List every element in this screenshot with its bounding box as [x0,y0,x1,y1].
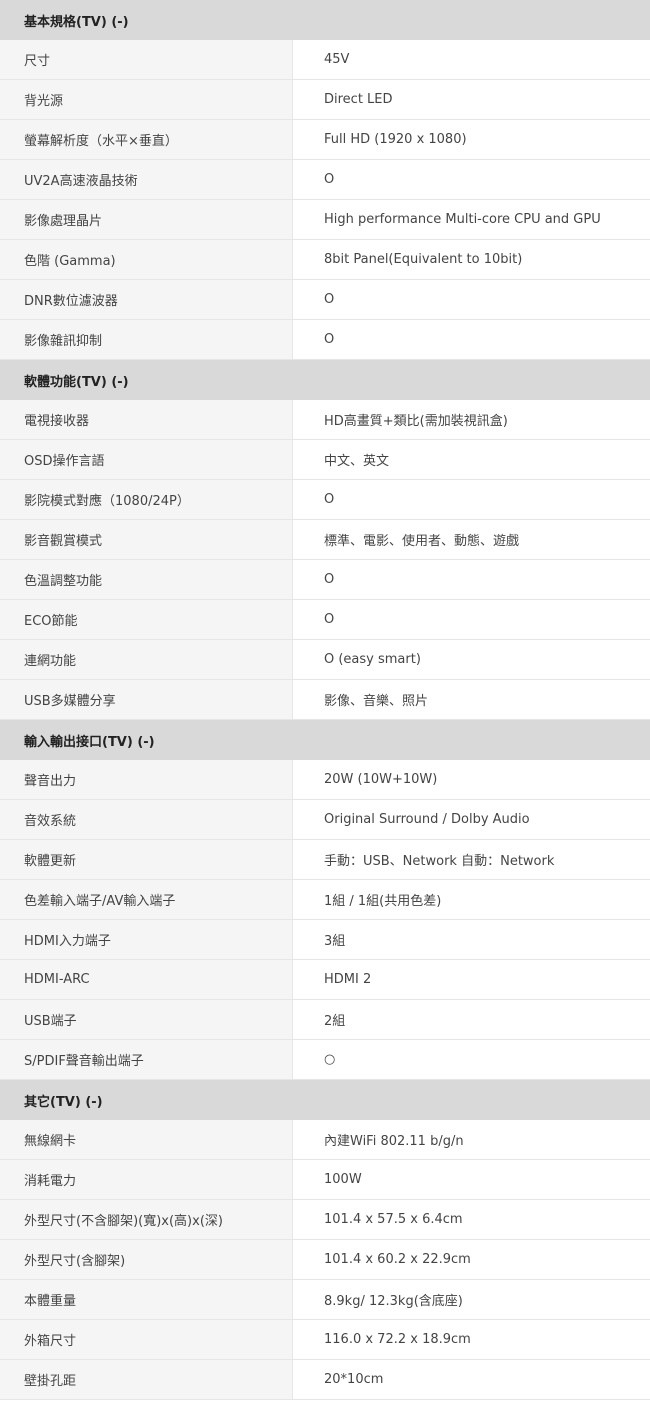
spec-label: DNR數位濾波器 [0,280,293,319]
spec-label: 外型尺寸(不含腳架)(寬)x(高)x(深) [0,1200,293,1239]
spec-value: O [293,560,650,599]
spec-row: ECO節能 O [0,600,650,640]
spec-label: HDMI入力端子 [0,920,293,959]
spec-row: 色差輸入端子/AV輸入端子 1組 / 1組(共用色差) [0,880,650,920]
spec-value: 101.4 x 57.5 x 6.4cm [293,1200,650,1239]
spec-label: 無線網卡 [0,1120,293,1159]
section-header: 基本規格(TV) (-) [0,0,650,40]
spec-row: 外型尺寸(含腳架) 101.4 x 60.2 x 22.9cm [0,1240,650,1280]
spec-value: 內建WiFi 802.11 b/g/n [293,1120,650,1159]
spec-value: 手動：USB、Network 自動：Network [293,840,650,879]
spec-row: 音效系統 Original Surround / Dolby Audio [0,800,650,840]
spec-row: 影像處理晶片 High performance Multi-core CPU an… [0,200,650,240]
section-header: 軟體功能(TV) (-) [0,360,650,400]
spec-row: 聲音出力 20W (10W+10W) [0,760,650,800]
spec-label: 影像雜訊抑制 [0,320,293,359]
spec-row: 螢幕解析度（水平×垂直） Full HD (1920 x 1080) [0,120,650,160]
spec-label: ECO節能 [0,600,293,639]
spec-row: 軟體更新 手動：USB、Network 自動：Network [0,840,650,880]
spec-label: 壁掛孔距 [0,1360,293,1399]
spec-value: ○ [293,1040,650,1079]
spec-value: 20W (10W+10W) [293,760,650,799]
spec-label: USB多媒體分享 [0,680,293,719]
spec-label: 本體重量 [0,1280,293,1319]
spec-row: DNR數位濾波器 O [0,280,650,320]
spec-row: UV2A高速液晶技術 O [0,160,650,200]
spec-label: 尺寸 [0,40,293,79]
spec-row: 影像雜訊抑制 O [0,320,650,360]
spec-label: HDMI-ARC [0,960,293,999]
spec-value: Original Surround / Dolby Audio [293,800,650,839]
spec-value: 2組 [293,1000,650,1039]
spec-value: O (easy smart) [293,640,650,679]
spec-label: 影院模式對應（1080/24P） [0,480,293,519]
spec-row: 影音觀賞模式 標準、電影、使用者、動態、遊戲 [0,520,650,560]
spec-value: 3組 [293,920,650,959]
spec-value: 8bit Panel(Equivalent to 10bit) [293,240,650,279]
spec-value: Full HD (1920 x 1080) [293,120,650,159]
spec-label: 色差輸入端子/AV輸入端子 [0,880,293,919]
spec-label: S/PDIF聲音輸出端子 [0,1040,293,1079]
spec-row: 無線網卡 內建WiFi 802.11 b/g/n [0,1120,650,1160]
spec-label: 音效系統 [0,800,293,839]
spec-label: 軟體更新 [0,840,293,879]
spec-table: 基本規格(TV) (-) 尺寸 45V 背光源 Direct LED 螢幕解析度（水平×垂… [0,0,650,1400]
section-header: 輸入輸出接口(TV) (-) [0,720,650,760]
spec-row: 外箱尺寸 116.0 x 72.2 x 18.9cm [0,1320,650,1360]
spec-row: 本體重量 8.9kg/ 12.3kg(含底座) [0,1280,650,1320]
spec-row: 消耗電力 100W [0,1160,650,1200]
spec-value: 影像、音樂、照片 [293,680,650,719]
spec-row: 影院模式對應（1080/24P） O [0,480,650,520]
spec-value: 116.0 x 72.2 x 18.9cm [293,1320,650,1359]
spec-row: 電視接收器 HD高畫質+類比(需加裝視訊盒) [0,400,650,440]
spec-value: Direct LED [293,80,650,119]
spec-label: 消耗電力 [0,1160,293,1199]
spec-label: 影音觀賞模式 [0,520,293,559]
spec-value: HDMI 2 [293,960,650,999]
spec-value: 8.9kg/ 12.3kg(含底座) [293,1280,650,1319]
spec-value: 1組 / 1組(共用色差) [293,880,650,919]
spec-label: USB端子 [0,1000,293,1039]
spec-label: 色階 (Gamma) [0,240,293,279]
spec-row: 背光源 Direct LED [0,80,650,120]
spec-value: O [293,320,650,359]
spec-label: 影像處理晶片 [0,200,293,239]
spec-value: O [293,280,650,319]
spec-row: HDMI入力端子 3組 [0,920,650,960]
spec-row: S/PDIF聲音輸出端子 ○ [0,1040,650,1080]
spec-value: HD高畫質+類比(需加裝視訊盒) [293,400,650,439]
spec-value: 101.4 x 60.2 x 22.9cm [293,1240,650,1279]
spec-value: 標準、電影、使用者、動態、遊戲 [293,520,650,559]
spec-label: 色溫調整功能 [0,560,293,599]
spec-value: 100W [293,1160,650,1199]
spec-label: 外型尺寸(含腳架) [0,1240,293,1279]
spec-value: 中文、英文 [293,440,650,479]
spec-value: 45V [293,40,650,79]
spec-label: 電視接收器 [0,400,293,439]
spec-label: 背光源 [0,80,293,119]
spec-label: OSD操作言語 [0,440,293,479]
spec-value: O [293,600,650,639]
section-header: 其它(TV) (-) [0,1080,650,1120]
spec-value: O [293,480,650,519]
spec-row: 壁掛孔距 20*10cm [0,1360,650,1400]
spec-label: 連網功能 [0,640,293,679]
spec-row: USB多媒體分享 影像、音樂、照片 [0,680,650,720]
spec-value: High performance Multi-core CPU and GPU [293,200,650,239]
spec-value: O [293,160,650,199]
spec-row: 色溫調整功能 O [0,560,650,600]
spec-row: 尺寸 45V [0,40,650,80]
spec-row: OSD操作言語 中文、英文 [0,440,650,480]
spec-row: 連網功能 O (easy smart) [0,640,650,680]
spec-label: 外箱尺寸 [0,1320,293,1359]
spec-label: 聲音出力 [0,760,293,799]
spec-label: UV2A高速液晶技術 [0,160,293,199]
spec-row: 外型尺寸(不含腳架)(寬)x(高)x(深) 101.4 x 57.5 x 6.4c… [0,1200,650,1240]
spec-value: 20*10cm [293,1360,650,1399]
spec-label: 螢幕解析度（水平×垂直） [0,120,293,159]
spec-row: USB端子 2組 [0,1000,650,1040]
spec-row: 色階 (Gamma) 8bit Panel(Equivalent to 10bit… [0,240,650,280]
spec-row: HDMI-ARC HDMI 2 [0,960,650,1000]
